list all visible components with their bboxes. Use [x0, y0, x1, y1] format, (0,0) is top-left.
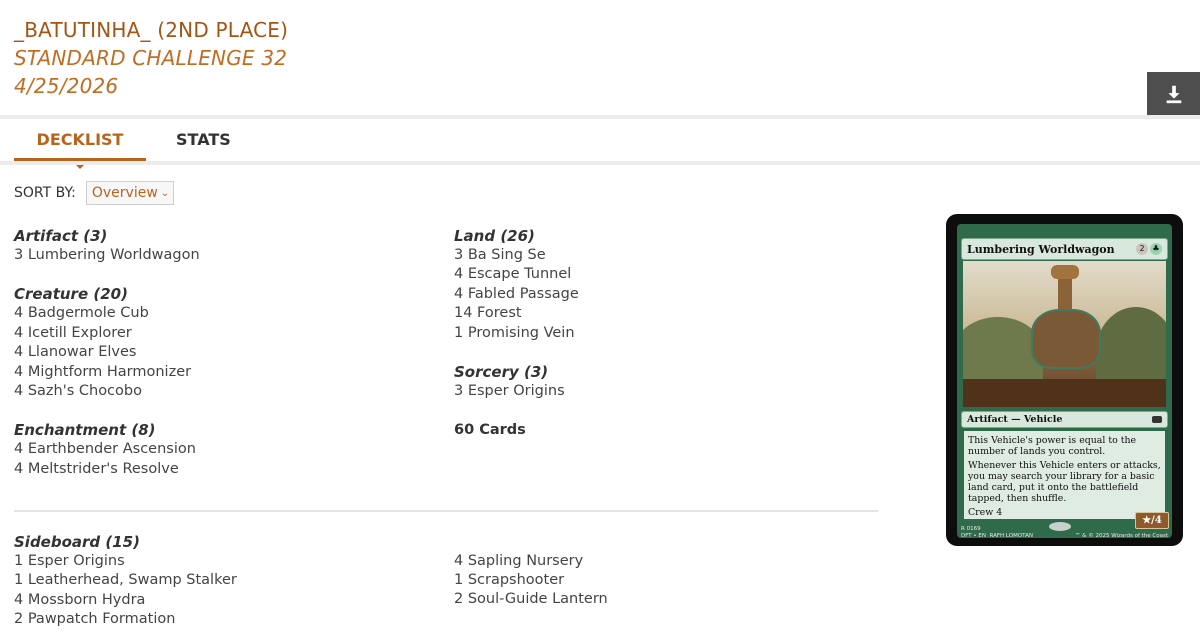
sort-select[interactable]: Overview ⌄	[85, 181, 175, 205]
card-preview-image: Lumbering Worldwagon 2 ♣ Artifact — Vehi…	[946, 214, 1183, 546]
download-icon	[1166, 85, 1181, 103]
deck-total: 60 Cards	[454, 422, 526, 439]
card-rules-text: This Vehicle's power is equal to the num…	[968, 435, 1137, 457]
decklist-left-column: Artifact (3) 3 Lumbering Worldwagon Crea…	[14, 226, 200, 498]
card-entry[interactable]: 14 Forest	[454, 304, 579, 323]
card-rules-text: Whenever this Vehicle enters or attacks,…	[968, 460, 1161, 504]
card-entry[interactable]: 4 Mossborn Hydra	[14, 591, 237, 610]
card-entry[interactable]: 4 Fabled Passage	[454, 285, 579, 304]
tab-decklist[interactable]: DECKLIST	[14, 122, 146, 169]
sideboard-heading: Sideboard (15)	[14, 533, 140, 551]
sideboard-right-column: 4 Sapling Nursery 1 Scrapshooter 2 Soul-…	[454, 552, 608, 610]
section-enchantment: Enchantment (8) 4 Earthbender Ascension …	[14, 420, 200, 479]
card-entry[interactable]: 1 Leatherhead, Swamp Stalker	[14, 571, 237, 590]
section-land: Land (26) 3 Ba Sing Se 4 Escape Tunnel 4…	[454, 226, 579, 343]
sort-control: SORT BY: Overview ⌄	[14, 181, 175, 205]
card-entry[interactable]: 4 Llanowar Elves	[14, 343, 200, 362]
card-entry[interactable]: 4 Mightform Harmonizer	[14, 363, 200, 382]
sideboard-left-column: Sideboard (15) 1 Esper Origins 1 Leather…	[14, 532, 237, 630]
mana-cost: 2 ♣	[1136, 243, 1162, 255]
card-rules-box: This Vehicle's power is equal to the num…	[964, 431, 1165, 519]
card-name: Lumbering Worldwagon	[967, 242, 1115, 256]
card-rules-text: Crew 4	[968, 507, 1003, 518]
card-entry[interactable]: 3 Esper Origins	[454, 382, 579, 401]
card-entry[interactable]: 1 Promising Vein	[454, 324, 579, 343]
card-entry[interactable]: 4 Badgermole Cub	[14, 304, 200, 323]
card-entry[interactable]: 4 Sazh's Chocobo	[14, 382, 200, 401]
card-entry[interactable]: 2 Soul-Guide Lantern	[454, 590, 608, 609]
card-type-bar: Artifact — Vehicle	[961, 411, 1168, 428]
card-entry[interactable]: 4 Escape Tunnel	[454, 265, 579, 284]
card-name-bar: Lumbering Worldwagon 2 ♣	[961, 238, 1168, 260]
card-entry[interactable]: 1 Esper Origins	[14, 552, 237, 571]
card-entry[interactable]: 3 Ba Sing Se	[454, 246, 579, 265]
section-heading: Enchantment (8)	[14, 421, 156, 440]
section-heading: Artifact (3)	[14, 227, 108, 245]
card-entry[interactable]: 4 Earthbender Ascension	[14, 440, 200, 459]
section-heading: Creature (20)	[14, 285, 128, 304]
card-entry[interactable]: 4 Meltstrider's Resolve	[14, 460, 200, 479]
card-entry[interactable]: 3 Lumbering Worldwagon	[14, 246, 200, 265]
holo-stamp-icon	[1049, 522, 1071, 531]
card-artwork	[963, 261, 1166, 407]
generic-mana-icon: 2	[1136, 243, 1148, 255]
green-mana-icon: ♣	[1150, 243, 1162, 255]
section-creature: Creature (20) 4 Badgermole Cub 4 Icetill…	[14, 284, 200, 401]
card-entry[interactable]: 4 Sapling Nursery	[454, 552, 608, 571]
event-date: 4/25/2026	[14, 74, 119, 98]
tab-bar: DECKLIST STATS	[14, 122, 231, 169]
card-power-toughness: ★/4	[1135, 512, 1169, 529]
event-name: STANDARD CHALLENGE 32	[14, 46, 288, 70]
card-entry[interactable]: 2 Pawpatch Formation	[14, 610, 237, 629]
card-copyright: ™ & © 2025 Wizards of the Coast	[1074, 533, 1168, 539]
tab-stats[interactable]: STATS	[176, 122, 231, 162]
sort-selected-value: Overview	[91, 185, 158, 201]
card-frame: Lumbering Worldwagon 2 ♣ Artifact — Vehi…	[957, 224, 1172, 539]
card-collector-info: R 0169 DFT • EN RAFH LOMOTAN	[961, 526, 1033, 539]
card-entry[interactable]: 1 Scrapshooter	[454, 571, 608, 590]
chevron-down-icon: ⌄	[160, 187, 170, 199]
section-heading: Sorcery (3)	[454, 363, 549, 382]
tab-divider	[0, 161, 1200, 165]
sideboard-divider	[14, 510, 878, 512]
section-heading: Land (26)	[454, 227, 535, 245]
card-type-line: Artifact — Vehicle	[967, 414, 1063, 425]
page-header: _BATUTINHA_ (2ND PLACE) STANDARD CHALLEN…	[14, 16, 288, 100]
set-symbol-icon	[1152, 416, 1162, 423]
decklist-right-column: Land (26) 3 Ba Sing Se 4 Escape Tunnel 4…	[454, 226, 579, 440]
section-sorcery: Sorcery (3) 3 Esper Origins	[454, 362, 579, 401]
sort-label: SORT BY:	[14, 185, 76, 201]
section-artifact: Artifact (3) 3 Lumbering Worldwagon	[14, 226, 200, 265]
download-button[interactable]	[1147, 72, 1200, 115]
card-entry[interactable]: 4 Icetill Explorer	[14, 324, 200, 343]
header-divider	[0, 115, 1200, 119]
player-title: _BATUTINHA_ (2ND PLACE)	[14, 18, 289, 42]
